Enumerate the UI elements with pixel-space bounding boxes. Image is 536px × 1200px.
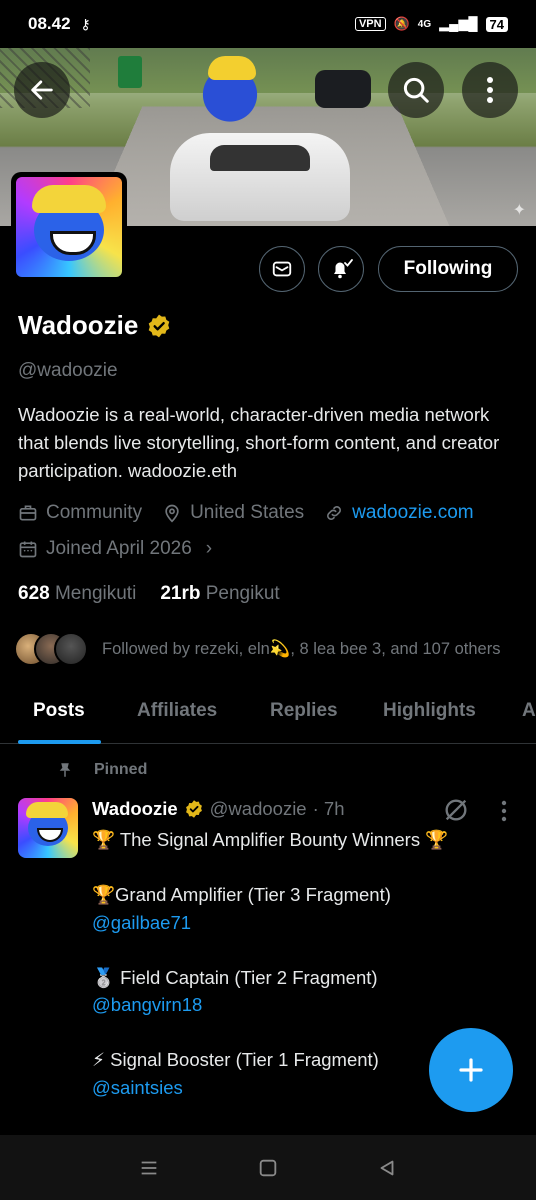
followers-stat[interactable]: 21rb Pengikut [160, 583, 279, 605]
following-button[interactable]: Following [378, 246, 518, 292]
signal-icon: ▂▄▆█ [439, 16, 478, 31]
tab-replies[interactable]: Replies [270, 688, 338, 734]
search-button[interactable] [388, 62, 444, 118]
more-vertical-icon [487, 77, 493, 103]
location-label: United States [190, 502, 305, 523]
followed-by-text: Followed by rezeki, eln💫, 8 lea bee 3, a… [102, 639, 501, 658]
back-arrow-icon [31, 80, 53, 100]
followers-label: Pengikut [205, 583, 280, 604]
post-author-avatar[interactable] [18, 798, 78, 858]
recent-apps-icon[interactable] [138, 1157, 160, 1179]
active-tab-indicator [18, 740, 101, 744]
avatar [54, 632, 88, 666]
tab-articles[interactable]: A [522, 688, 536, 734]
tab-posts[interactable]: Posts [33, 688, 85, 734]
profile-meta-row: Community United States wadoozie.com [18, 502, 494, 524]
verified-badge-icon[interactable] [146, 313, 172, 339]
banner-mascot [200, 56, 260, 126]
profile-name-row: Wadoozie [18, 310, 172, 341]
post-spacer [92, 854, 522, 882]
compose-post-button[interactable] [429, 1028, 513, 1112]
back-triangle-icon[interactable] [376, 1157, 398, 1179]
banner-car [170, 133, 350, 221]
link-icon [327, 506, 342, 520]
profile-avatar[interactable] [11, 172, 127, 282]
post-mention[interactable]: @gailbae71 [92, 909, 522, 937]
verified-badge-icon [185, 800, 202, 818]
joined-label: Joined April 2026 [46, 538, 192, 559]
joined-row[interactable]: Joined April 2026 › [18, 538, 212, 560]
post-line: 🥈 Field Captain (Tier 2 Fragment) [92, 966, 378, 988]
mail-icon [272, 261, 292, 277]
status-time: 08.42 [28, 14, 71, 33]
followed-by-row[interactable]: Followed by rezeki, eln💫, 8 lea bee 3, a… [14, 632, 500, 666]
post-spacer [92, 936, 522, 964]
location-item: United States [162, 502, 304, 524]
avatar-image [16, 177, 122, 277]
chevron-right-icon[interactable]: › [206, 538, 212, 560]
following-label: Mengikuti [54, 583, 137, 604]
following-count: 628 [18, 583, 50, 604]
plus-icon [459, 1058, 483, 1082]
followers-count: 21rb [160, 583, 201, 604]
post-mention[interactable]: @bangvirn18 [92, 991, 522, 1019]
avatar-mascot-face [32, 185, 106, 261]
briefcase-icon [19, 505, 37, 521]
post-header: Wadoozie @wadoozie · 7h [92, 798, 345, 820]
pinned-label: Pinned [94, 761, 148, 778]
status-icons: VPN 🔕 4G ▂▄▆█ 74 [354, 16, 508, 32]
website-item[interactable]: wadoozie.com [324, 502, 474, 524]
location-pin-icon [165, 504, 179, 523]
avatar-mascot-face [26, 802, 68, 846]
profile-tabs: Posts Affiliates Replies Highlights A [0, 688, 536, 744]
more-vertical-icon [501, 800, 507, 822]
banner-dark-car [315, 70, 371, 108]
profile-display-name: Wadoozie [18, 310, 139, 340]
sparkle-icon: ✦ [512, 202, 526, 219]
back-button[interactable] [14, 62, 70, 118]
profile-bio: Wadoozie is a real-world, character-driv… [18, 404, 500, 481]
system-nav-bar [0, 1135, 536, 1200]
post-author-name[interactable]: Wadoozie [92, 798, 178, 820]
key-icon: ⚷ [80, 15, 91, 32]
search-icon [403, 77, 429, 103]
notifications-button[interactable] [318, 246, 364, 292]
mute-icon: 🔕 [393, 16, 410, 31]
website-link[interactable]: wadoozie.com [352, 502, 473, 524]
post-more-button[interactable] [500, 800, 508, 827]
pin-icon [59, 763, 71, 777]
tab-affiliates[interactable]: Affiliates [137, 688, 217, 734]
joined-item: Joined April 2026 [18, 538, 192, 560]
battery-indicator: 74 [485, 16, 508, 32]
message-button[interactable] [259, 246, 305, 292]
profile-handle: @wadoozie [18, 360, 118, 381]
follow-stats: 628 Mengikuti 21rb Pengikut [18, 583, 280, 605]
more-options-button[interactable] [462, 62, 518, 118]
home-icon[interactable] [257, 1157, 279, 1179]
category-label: Community [46, 502, 143, 523]
banner-sign [118, 56, 142, 88]
post-line: 🏆Grand Amplifier (Tier 3 Fragment) [92, 884, 391, 905]
status-bar: 08.42 ⚷ VPN 🔕 4G ▂▄▆█ 74 [0, 0, 536, 48]
bell-check-icon [334, 259, 353, 279]
grok-icon[interactable] [442, 796, 470, 829]
post-timestamp: · 7h [312, 798, 345, 819]
vpn-badge: VPN [354, 17, 386, 31]
post-author-handle[interactable]: @wadoozie [210, 798, 307, 820]
tab-highlights[interactable]: Highlights [383, 688, 476, 734]
pinned-indicator: Pinned [56, 760, 147, 780]
category-item: Community [18, 502, 142, 524]
post-line: 🏆 The Signal Amplifier Bounty Winners 🏆 [92, 829, 449, 850]
calendar-icon [19, 541, 37, 558]
network-label: 4G [417, 18, 432, 30]
following-stat[interactable]: 628 Mengikuti [18, 583, 136, 605]
follower-avatars [14, 632, 88, 666]
